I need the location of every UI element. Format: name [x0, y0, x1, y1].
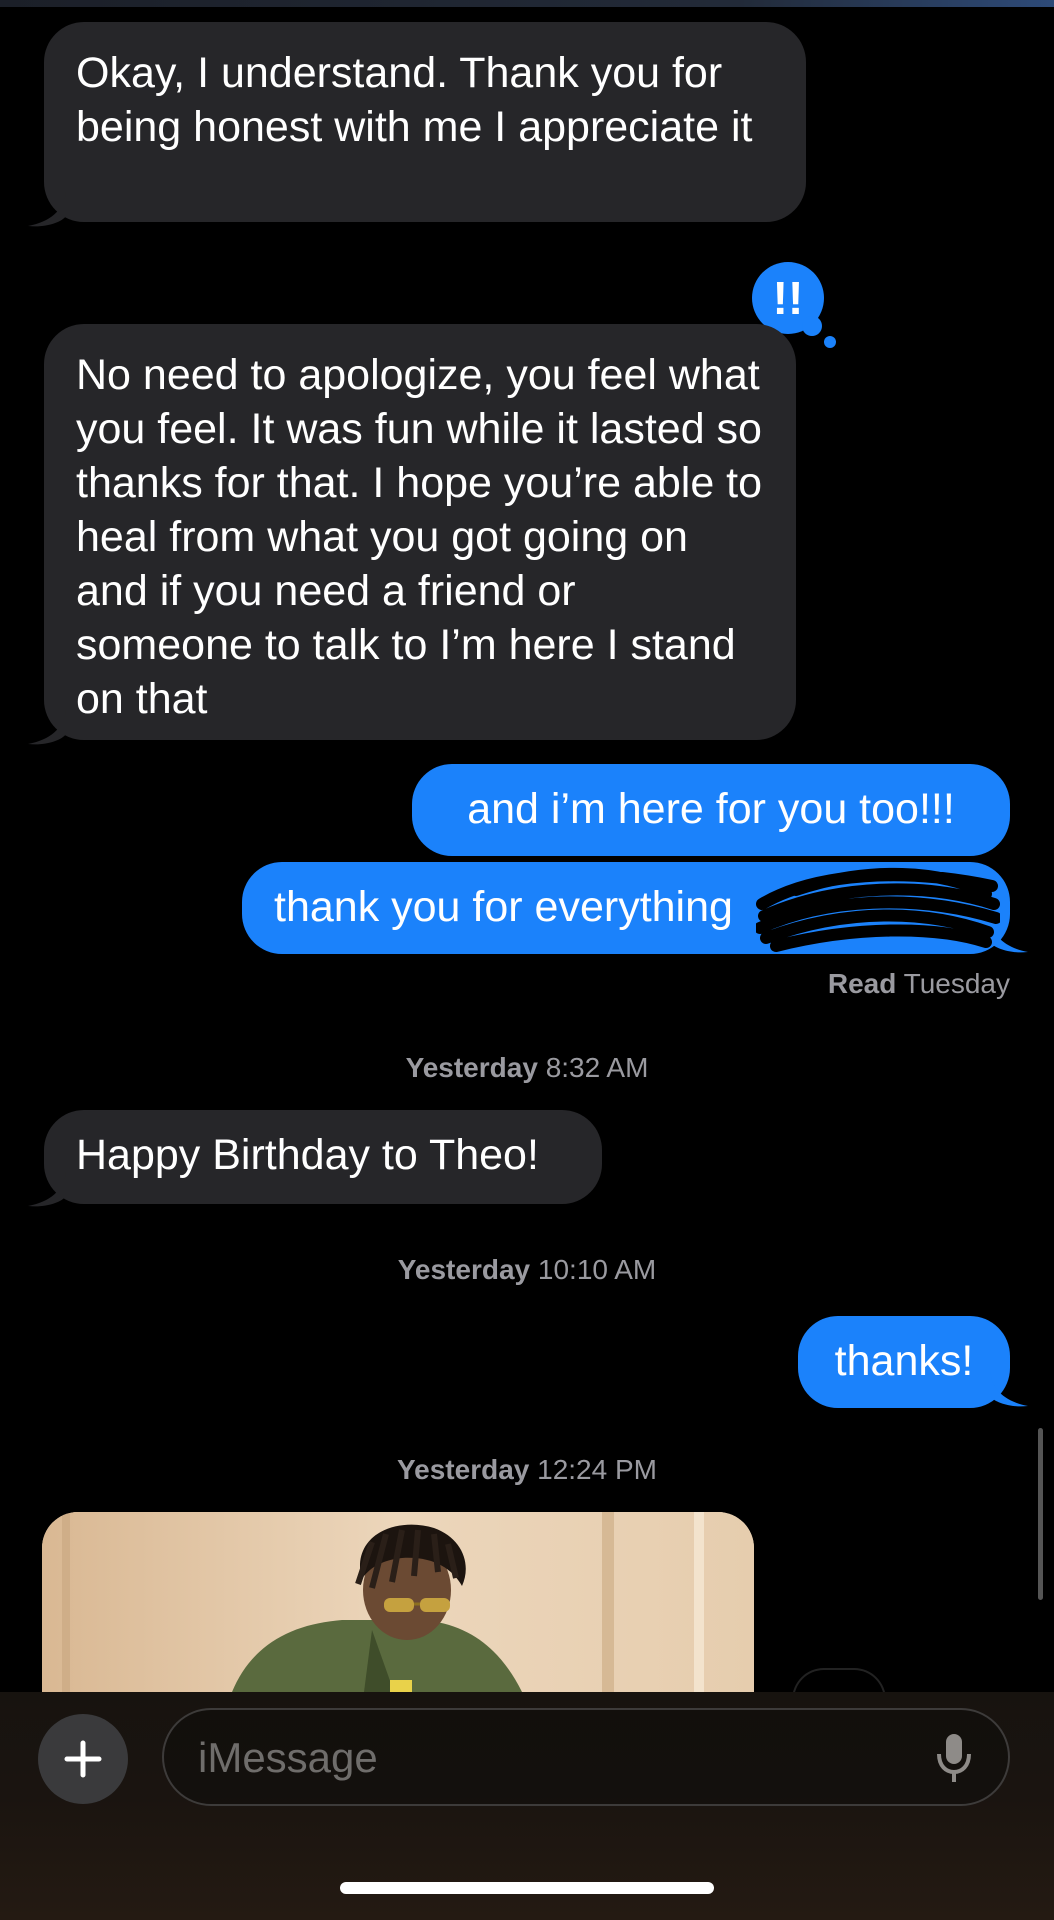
outgoing-message[interactable]: thanks! — [798, 1316, 1010, 1408]
incoming-tail — [28, 192, 66, 227]
message-text: Okay, I understand. Thank you for being … — [76, 49, 753, 151]
timestamp-time: 12:24 PM — [537, 1454, 657, 1485]
home-indicator[interactable] — [340, 1882, 714, 1894]
timestamp-time: 8:32 AM — [545, 1052, 649, 1083]
message-input[interactable]: iMessage — [162, 1708, 1010, 1806]
incoming-tail — [28, 1172, 66, 1207]
message-text: thank you for everything — [274, 883, 733, 931]
outgoing-message[interactable]: and i’m here for you too!!! — [412, 764, 1010, 856]
incoming-message[interactable]: Happy Birthday to Theo! — [44, 1110, 602, 1204]
outgoing-tail — [990, 1372, 1028, 1407]
timestamp-day: Yesterday — [397, 1254, 531, 1285]
message-text: Happy Birthday to Theo! — [76, 1131, 539, 1179]
message-text: No need to apologize, you feel what you … — [76, 351, 763, 723]
photo-attachment[interactable] — [42, 1512, 754, 1692]
status-strip — [0, 0, 1054, 7]
microphone-icon[interactable] — [934, 1732, 974, 1784]
reaction-glyph: !! — [773, 272, 804, 324]
apps-button[interactable] — [38, 1714, 128, 1804]
read-receipt: Read Tuesday — [828, 968, 1010, 1000]
photo-image — [42, 1512, 754, 1692]
timestamp-time: 10:10 AM — [537, 1254, 657, 1285]
incoming-message[interactable]: Okay, I understand. Thank you for being … — [44, 22, 806, 222]
timestamp-day: Yesterday — [397, 1454, 530, 1485]
timestamp: Yesterday 12:24 PM — [0, 1454, 1054, 1486]
plus-icon — [64, 1740, 102, 1778]
timestamp: Yesterday 10:10 AM — [0, 1254, 1054, 1286]
message-text: thanks! — [834, 1337, 974, 1385]
incoming-tail — [28, 710, 66, 745]
redaction-scribble — [756, 867, 1000, 952]
message-text: and i’m here for you too!!! — [467, 785, 955, 833]
timestamp-day: Yesterday — [405, 1052, 538, 1083]
read-day: Tuesday — [903, 968, 1010, 999]
read-label: Read — [827, 968, 897, 999]
message-input-placeholder: iMessage — [198, 1734, 378, 1781]
incoming-message[interactable]: No need to apologize, you feel what you … — [44, 324, 796, 740]
timestamp: Yesterday 8:32 AM — [0, 1052, 1054, 1084]
